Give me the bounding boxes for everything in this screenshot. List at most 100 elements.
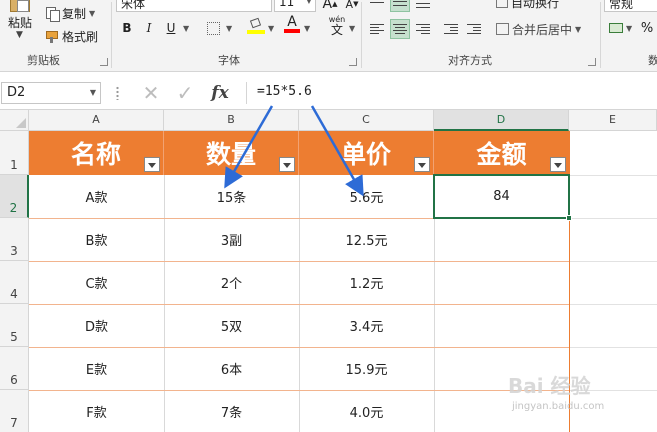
- filter-dropdown-icon[interactable]: [550, 157, 566, 172]
- phonetic-button[interactable]: wén 文: [326, 14, 348, 40]
- table-header-name[interactable]: 名称: [29, 131, 164, 175]
- chevron-down-icon[interactable]: ▼: [268, 24, 274, 33]
- fill-color-swatch: [247, 30, 265, 34]
- row-header-3[interactable]: 3: [0, 218, 29, 261]
- font-size-field[interactable]: 11 ▼: [274, 0, 316, 12]
- number-format-field[interactable]: 常规: [604, 0, 657, 12]
- table-cell[interactable]: 2个: [164, 261, 299, 304]
- table-cell[interactable]: [434, 218, 569, 261]
- table-cell[interactable]: 15.9元: [299, 347, 434, 390]
- increase-indent-button[interactable]: [464, 19, 484, 39]
- table-cell[interactable]: 12.5元: [299, 218, 434, 261]
- chevron-down-icon[interactable]: ▼: [304, 24, 310, 33]
- checkmark-icon: ✓: [176, 81, 194, 105]
- row-header-4[interactable]: 4: [0, 261, 29, 304]
- table-header-amount[interactable]: 金额: [434, 131, 569, 175]
- row-header-2[interactable]: 2: [0, 175, 29, 218]
- column-header-e[interactable]: E: [569, 110, 657, 131]
- table-header-unit-price[interactable]: 单价: [299, 131, 434, 175]
- font-color-button[interactable]: A: [282, 14, 302, 34]
- chevron-down-icon[interactable]: ▼: [90, 88, 96, 97]
- italic-button[interactable]: I: [139, 18, 159, 38]
- clipboard-launcher-icon[interactable]: [100, 58, 108, 66]
- clipboard-group-label: 剪贴板: [27, 54, 60, 67]
- currency-button[interactable]: [606, 18, 626, 38]
- chevron-down-icon[interactable]: ▼: [575, 25, 581, 34]
- chevron-down-icon[interactable]: ▼: [349, 24, 355, 33]
- insert-function-button[interactable]: fx: [208, 82, 232, 104]
- format-painter-button[interactable]: 格式刷: [45, 27, 98, 45]
- column-header-d[interactable]: D: [434, 110, 569, 131]
- bold-button[interactable]: B: [117, 18, 137, 38]
- table-cell[interactable]: [434, 261, 569, 304]
- table-cell[interactable]: 3副: [164, 218, 299, 261]
- select-all-corner[interactable]: [0, 110, 29, 131]
- table-cell[interactable]: D款: [29, 304, 164, 347]
- active-cell-border: [433, 174, 570, 219]
- filter-dropdown-icon[interactable]: [414, 157, 430, 172]
- grid-line: [29, 347, 569, 348]
- cancel-entry-button[interactable]: ✕: [139, 81, 163, 105]
- fill-color-button[interactable]: [246, 16, 266, 36]
- row-header-7[interactable]: 7: [0, 390, 29, 432]
- increase-font-button[interactable]: A ▲: [320, 0, 340, 14]
- align-top-button[interactable]: [367, 0, 387, 12]
- table-cell[interactable]: 7条: [164, 390, 299, 432]
- formula-input[interactable]: =15*5.6: [246, 82, 657, 104]
- align-center-button[interactable]: [390, 19, 410, 39]
- borders-button[interactable]: [203, 18, 223, 38]
- underline-button[interactable]: U: [161, 18, 181, 38]
- table-cell[interactable]: F款: [29, 390, 164, 432]
- chevron-down-icon[interactable]: ▼: [226, 24, 232, 33]
- table-cell[interactable]: [434, 304, 569, 347]
- table-cell[interactable]: E款: [29, 347, 164, 390]
- table-cell[interactable]: 5双: [164, 304, 299, 347]
- font-launcher-icon[interactable]: [349, 58, 357, 66]
- font-name-field[interactable]: 宋体: [116, 0, 272, 12]
- column-header-c[interactable]: C: [299, 110, 434, 131]
- alignment-launcher-icon[interactable]: [588, 58, 596, 66]
- grid-line: [29, 261, 569, 262]
- row-number: 2: [9, 201, 18, 215]
- row-header-5[interactable]: 5: [0, 304, 29, 347]
- align-right-button[interactable]: [413, 19, 433, 39]
- align-bottom-button[interactable]: [413, 0, 433, 12]
- table-cell[interactable]: 3.4元: [299, 304, 434, 347]
- filter-dropdown-icon[interactable]: [144, 157, 160, 172]
- table-cell[interactable]: B款: [29, 218, 164, 261]
- chevron-down-icon[interactable]: ▼: [89, 9, 95, 18]
- paste-button[interactable]: 粘贴 ▼: [2, 0, 38, 48]
- table-cell[interactable]: A款: [29, 175, 164, 218]
- copy-button[interactable]: 复制 ▼: [45, 4, 95, 22]
- row-number: 3: [10, 244, 18, 258]
- table-header-quantity[interactable]: 数量: [164, 131, 299, 175]
- column-header-b[interactable]: B: [164, 110, 299, 131]
- table-cell[interactable]: 5.6元: [299, 175, 434, 218]
- decrease-indent-button[interactable]: [441, 19, 461, 39]
- chevron-down-icon[interactable]: ▼: [16, 30, 23, 40]
- formula-bar: D2 ▼ ✕ ✓ fx =15*5.6: [0, 72, 657, 110]
- column-header-a[interactable]: A: [29, 110, 164, 131]
- grid-line: [570, 347, 657, 348]
- table-cell[interactable]: 1.2元: [299, 261, 434, 304]
- row-header-1[interactable]: 1: [0, 131, 29, 175]
- wrap-text-button[interactable]: 自动换行: [496, 0, 559, 11]
- confirm-entry-button[interactable]: ✓: [173, 81, 197, 105]
- formula-bar-grip[interactable]: [116, 86, 119, 100]
- table-cell[interactable]: 4.0元: [299, 390, 434, 432]
- fill-handle[interactable]: [566, 215, 572, 221]
- table-cell[interactable]: 15条: [164, 175, 299, 218]
- table-cell[interactable]: C款: [29, 261, 164, 304]
- name-box[interactable]: D2 ▼: [1, 82, 101, 104]
- align-middle-button[interactable]: [390, 0, 410, 12]
- row-header-6[interactable]: 6: [0, 347, 29, 390]
- percent-button[interactable]: %: [637, 18, 657, 38]
- chevron-down-icon[interactable]: ▼: [183, 24, 189, 33]
- table-cell[interactable]: 6本: [164, 347, 299, 390]
- decrease-font-button[interactable]: A ▼: [342, 0, 362, 14]
- chevron-down-icon[interactable]: ▼: [626, 24, 632, 33]
- merge-center-button[interactable]: 合并后居中 ▼: [496, 20, 581, 38]
- watermark-url: jingyan.baidu.com: [512, 401, 605, 412]
- filter-dropdown-icon[interactable]: [279, 157, 295, 172]
- align-left-button[interactable]: [367, 19, 387, 39]
